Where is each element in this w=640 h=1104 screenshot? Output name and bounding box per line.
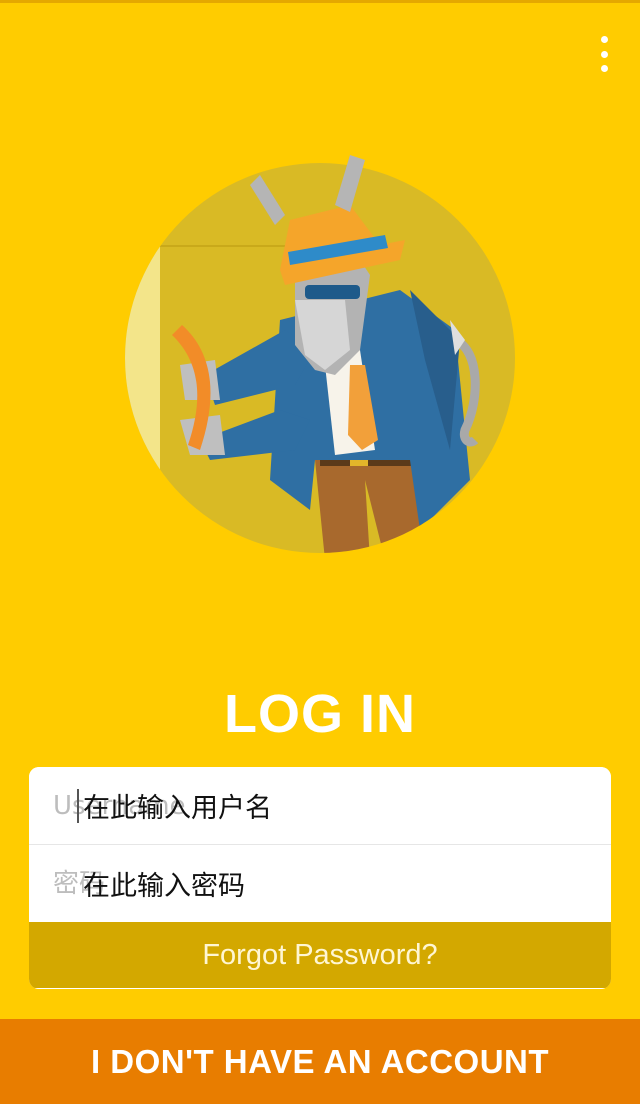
text-cursor [77, 789, 79, 823]
password-field-wrapper: 在此输入密码 [29, 844, 611, 922]
menu-dot [600, 50, 608, 58]
status-strip [0, 0, 640, 3]
password-input[interactable] [29, 845, 611, 922]
donkey-spy-mascot-icon [125, 155, 515, 553]
menu-dot [600, 36, 608, 43]
no-account-button[interactable]: I DON'T HAVE AN ACCOUNT [0, 1019, 640, 1104]
page-title: LOG IN [224, 684, 416, 744]
username-field-wrapper: 在此输入用户名 [29, 767, 611, 844]
hero-illustration [110, 150, 530, 560]
menu-dot [600, 65, 608, 72]
username-input[interactable] [29, 767, 611, 844]
forgot-password-button[interactable]: Forgot Password? [29, 922, 611, 988]
more-vertical-icon[interactable] [592, 36, 616, 72]
login-form: 在此输入用户名 在此输入密码 Forgot Password? [29, 767, 611, 989]
